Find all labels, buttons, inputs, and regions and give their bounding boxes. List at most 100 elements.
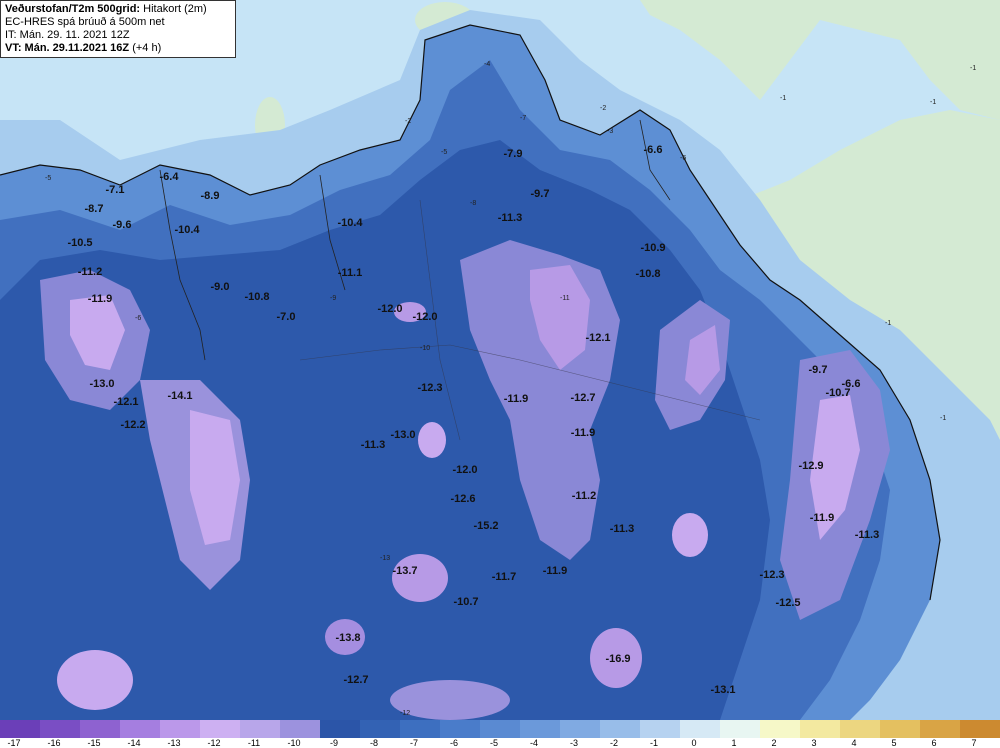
legend-tick: -9 <box>329 738 339 748</box>
legend-swatch <box>520 720 560 738</box>
cold-pocket-3 <box>57 650 133 710</box>
temperature-label: -10.7 <box>453 596 478 608</box>
legend-tick: -1 <box>649 738 659 748</box>
legend-swatch <box>840 720 880 738</box>
legend-tick: -4 <box>529 738 539 748</box>
temperature-label: -9.6 <box>113 219 132 231</box>
contour-label: -13 <box>380 555 390 562</box>
temperature-label: -11.9 <box>810 512 834 524</box>
temperature-label: -11.1 <box>338 267 362 279</box>
temperature-label: -13.8 <box>335 632 360 644</box>
temperature-label: -10.7 <box>825 387 850 399</box>
info-model: EC-HRES spá brúuð á 500m net <box>5 16 165 28</box>
cold-pocket-5 <box>672 513 708 557</box>
legend-swatch <box>880 720 920 738</box>
legend-swatch <box>160 720 200 738</box>
legend-tick: 0 <box>691 738 697 748</box>
temperature-label: -8.7 <box>85 203 104 215</box>
contour-label: -10 <box>420 345 430 352</box>
legend-tick: -14 <box>127 738 141 748</box>
legend-ticks: -17 -16 -15 -14 -13 -12 -11 -10 -9 -8 -7 -6 -5 -4 -3 -2… <box>0 738 1000 748</box>
temperature-label: -10.4 <box>337 217 363 229</box>
legend-tick: -7 <box>409 738 419 748</box>
temperature-label: -13.1 <box>710 684 735 696</box>
contour-label: -1 <box>780 95 786 102</box>
temperature-label: -11.9 <box>504 393 528 405</box>
temperature-label: -10.8 <box>635 268 660 280</box>
temperature-label: -12.7 <box>570 392 595 404</box>
legend-tick: 3 <box>811 738 817 748</box>
legend-swatch <box>240 720 280 738</box>
legend-tick: -5 <box>489 738 499 748</box>
legend-tick: 1 <box>731 738 737 748</box>
temperature-label: -12.3 <box>417 382 442 394</box>
legend-tick: 7 <box>971 738 977 748</box>
legend-swatch <box>0 720 40 738</box>
contour-label: -2 <box>600 105 606 112</box>
legend-tick: -15 <box>87 738 101 748</box>
info-lead: (+4 h) <box>132 42 162 54</box>
legend-swatch <box>800 720 840 738</box>
temperature-label: -11.2 <box>78 266 102 278</box>
legend-swatch <box>80 720 120 738</box>
legend-swatch <box>560 720 600 738</box>
legend-tick: -2 <box>609 738 619 748</box>
temperature-label: -11.3 <box>361 439 385 451</box>
temperature-label: -8.9 <box>201 190 220 202</box>
temperature-map: -7.1-8.7 -9.6 -10.5 -11.2 -11.9 -13.0 -12.1 -14… <box>0 0 1000 720</box>
legend-tick: -16 <box>47 738 61 748</box>
temperature-label: -10.4 <box>174 224 200 236</box>
legend-swatch <box>760 720 800 738</box>
contour-label: -8 <box>470 200 476 207</box>
legend-swatch <box>440 720 480 738</box>
contour-label: -1 <box>970 65 976 72</box>
temperature-label: -13.0 <box>390 429 415 441</box>
contour-label: -5 <box>441 149 447 156</box>
info-initial-time: IT: Mán. 29. 11. 2021 12Z <box>5 29 130 41</box>
legend-swatch <box>120 720 160 738</box>
legend-tick: -6 <box>449 738 459 748</box>
legend-swatch <box>400 720 440 738</box>
temperature-label: -11.9 <box>571 427 595 439</box>
temperature-label: -12.2 <box>120 419 145 431</box>
temperature-label: -12.5 <box>775 597 800 609</box>
temperature-label: -11.7 <box>492 571 516 583</box>
temperature-label: -12.0 <box>452 464 477 476</box>
legend-swatch <box>640 720 680 738</box>
info-title: Veðurstofan/T2m 500grid: <box>5 3 141 15</box>
temperature-label: -6.4 <box>160 171 180 183</box>
temperature-label: -9.7 <box>531 188 550 200</box>
temperature-label: -11.2 <box>572 490 596 502</box>
temperature-label: -12.0 <box>412 311 437 323</box>
contour-label: -4 <box>484 61 490 68</box>
legend-tick: -8 <box>369 738 379 748</box>
contour-label: -5 <box>45 175 51 182</box>
temperature-label: -14.1 <box>167 390 192 402</box>
temperature-label: -12.1 <box>113 396 138 408</box>
legend-swatch <box>920 720 960 738</box>
temperature-label: -12.7 <box>343 674 368 686</box>
temperature-label: -16.9 <box>605 653 630 665</box>
temperature-label: -7.0 <box>277 311 296 323</box>
legend-tick: -3 <box>569 738 579 748</box>
legend-swatch <box>680 720 720 738</box>
legend-tick: 4 <box>851 738 857 748</box>
contour-label: -2 <box>405 118 411 125</box>
contour-label: -11 <box>560 295 570 302</box>
temperature-label: -6.6 <box>644 144 663 156</box>
temperature-label: -12.0 <box>377 303 402 315</box>
legend-bar <box>0 720 1000 738</box>
legend-tick: -10 <box>287 738 301 748</box>
legend-swatch <box>720 720 760 738</box>
contour-label: -1 <box>885 320 891 327</box>
legend-swatch <box>320 720 360 738</box>
legend-swatch <box>200 720 240 738</box>
legend-tick: -12 <box>207 738 221 748</box>
temperature-label: -10.8 <box>244 291 269 303</box>
temperature-label: -11.9 <box>543 565 567 577</box>
temperature-label: -13.7 <box>392 565 417 577</box>
temperature-label: -10.5 <box>67 237 92 249</box>
contour-label: -6 <box>680 155 686 162</box>
contour-label: -1 <box>940 415 946 422</box>
legend-swatch <box>480 720 520 738</box>
